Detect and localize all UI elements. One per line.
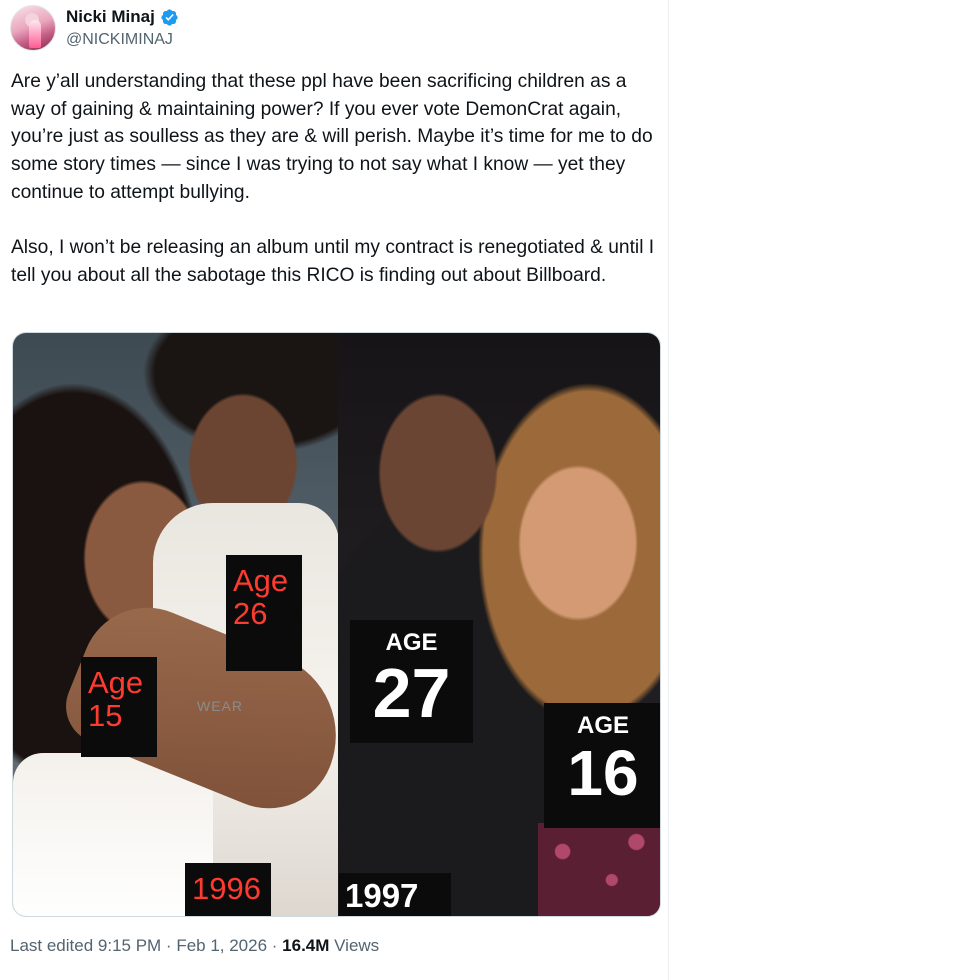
age-26-label: Age 26 <box>226 555 302 671</box>
tweet-text: Are y’all understanding that these ppl h… <box>11 68 661 290</box>
column-divider <box>668 0 669 980</box>
verified-badge-icon <box>161 8 178 26</box>
views-count: 16.4M <box>282 936 330 955</box>
shirt-logo-text: WEAR <box>197 698 243 714</box>
tweet: Nicki Minaj @NICKIMINAJ Are y’all unders… <box>0 0 668 980</box>
author-handle[interactable]: @NICKIMINAJ <box>66 31 173 49</box>
author-display-name[interactable]: Nicki Minaj <box>66 7 155 27</box>
age-15-label: Age 15 <box>81 657 157 757</box>
tweet-paragraph-1: Are y’all understanding that these ppl h… <box>11 71 653 203</box>
tweet-meta: Last edited 9:15 PM · Feb 1, 2026 · 16.4… <box>10 936 379 956</box>
age-27-label: AGE 27 <box>350 620 473 743</box>
age-16-label: AGE 16 <box>544 703 660 828</box>
edited-timestamp[interactable]: Last edited 9:15 PM · Feb 1, 2026 · <box>10 936 282 955</box>
year-1996-label: 1996 <box>185 863 271 916</box>
tweet-media-image[interactable]: WEAR Age 26 Age 15 1996 AGE 27 AGE 16 19… <box>12 332 661 917</box>
age-27-word: AGE <box>385 629 438 656</box>
year-1997-label: 1997 <box>339 873 451 916</box>
avatar[interactable] <box>10 5 56 51</box>
age-16-word: AGE <box>576 712 629 739</box>
author-name-row: Nicki Minaj <box>66 7 179 27</box>
age-27-number: 27 <box>372 654 451 733</box>
age-16-number: 16 <box>567 737 639 810</box>
views-label: Views <box>329 936 380 955</box>
tweet-paragraph-2: Also, I won’t be releasing an album unti… <box>11 237 655 286</box>
